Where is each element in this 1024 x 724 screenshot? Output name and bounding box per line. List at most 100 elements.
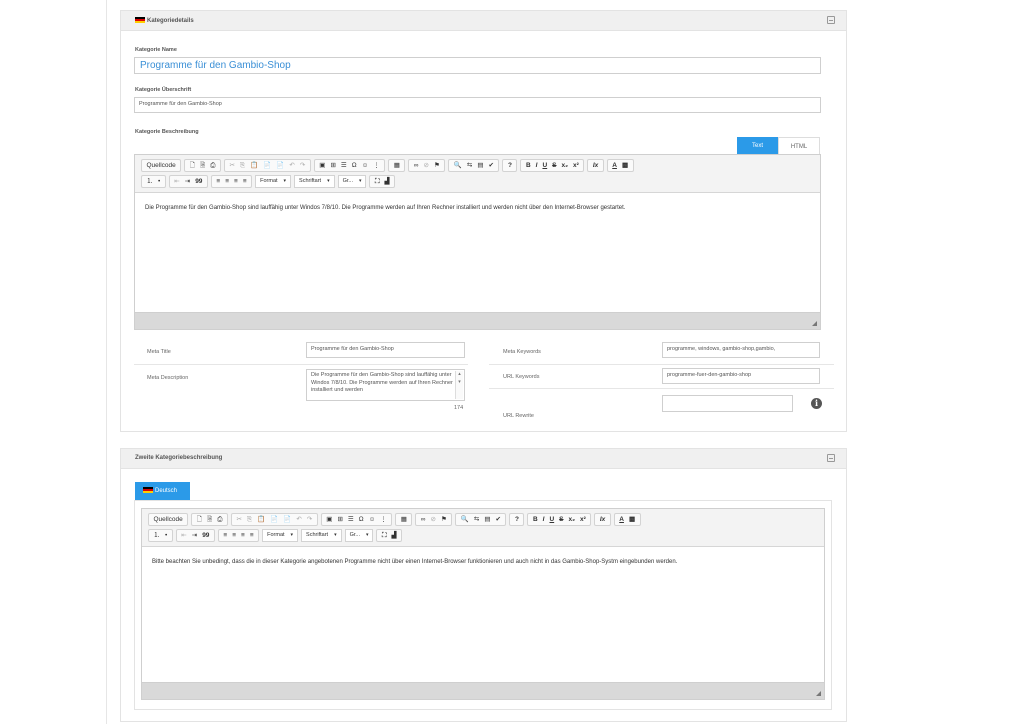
align-center-icon[interactable]: ≡ xyxy=(230,529,239,542)
text-color-icon[interactable]: A xyxy=(610,159,620,172)
table-icon[interactable]: ⊞ xyxy=(328,159,338,172)
indent-icon[interactable]: ⇥ xyxy=(182,175,192,188)
unlink-icon[interactable]: ⊘ xyxy=(428,513,438,526)
remove-format-icon[interactable]: Ix xyxy=(597,513,607,526)
resize-handle-icon[interactable] xyxy=(816,691,821,696)
maximize-icon[interactable]: ⛶ xyxy=(379,529,389,542)
source-button[interactable]: Quellcode xyxy=(151,513,185,526)
iframe-icon[interactable]: ▦ xyxy=(391,159,402,172)
help-icon[interactable]: ? xyxy=(512,513,521,526)
collapse-icon[interactable] xyxy=(827,16,835,24)
preview-icon[interactable]: 🗟 xyxy=(198,159,208,172)
cut-icon[interactable]: ✂ xyxy=(234,513,244,526)
link-icon[interactable]: ∞ xyxy=(411,159,421,172)
info-icon[interactable]: i xyxy=(811,398,822,409)
align-right-icon[interactable]: ≡ xyxy=(232,175,241,188)
bold-icon[interactable]: B xyxy=(523,159,533,172)
resize-handle-icon[interactable] xyxy=(812,321,817,326)
textarea-scrollbar[interactable]: ▴ ▾ xyxy=(455,371,463,399)
table-icon[interactable]: ⊞ xyxy=(335,513,345,526)
show-blocks-icon[interactable]: ▟ xyxy=(382,175,392,188)
link-icon[interactable]: ∞ xyxy=(418,513,428,526)
text-color-icon[interactable]: A xyxy=(617,513,627,526)
smiley-icon[interactable]: ☺ xyxy=(366,513,378,526)
remove-format-icon[interactable]: Ix xyxy=(590,159,600,172)
size-dropdown[interactable]: Gr... ▾ xyxy=(344,529,374,542)
indent-icon[interactable]: ⇥ xyxy=(189,529,199,542)
align-right-icon[interactable]: ≡ xyxy=(239,529,248,542)
category-heading-input[interactable]: Programme für den Gambio-Shop xyxy=(134,97,821,113)
select-all-icon[interactable]: ▤ xyxy=(482,513,493,526)
paste-icon[interactable]: 📋 xyxy=(248,159,261,172)
show-blocks-icon[interactable]: ▟ xyxy=(389,529,399,542)
horizontal-rule-icon[interactable]: ☰ xyxy=(345,513,356,526)
editor-content-area[interactable]: Bitte beachten Sie unbedingt, dass die i… xyxy=(142,547,824,682)
url-keywords-input[interactable]: programme-fuer-den-gambio-shop xyxy=(662,368,820,384)
subscript-icon[interactable]: x₂ xyxy=(566,513,578,526)
spellcheck-icon[interactable]: ✔ xyxy=(493,513,503,526)
align-center-icon[interactable]: ≡ xyxy=(223,175,232,188)
copy-icon[interactable]: ⎘ xyxy=(237,159,247,172)
undo-icon[interactable]: ↶ xyxy=(294,513,304,526)
meta-description-textarea[interactable]: Die Programme für den Gambio-Shop sind l… xyxy=(306,369,465,401)
paste-word-icon[interactable]: 📄 xyxy=(281,513,294,526)
outdent-icon[interactable]: ⇤ xyxy=(179,529,189,542)
new-page-icon[interactable]: 🗋 xyxy=(187,159,197,172)
format-dropdown[interactable]: Format ▾ xyxy=(262,529,299,542)
new-page-icon[interactable]: 🗋 xyxy=(194,513,204,526)
pagebreak-icon[interactable]: ⋮ xyxy=(371,159,383,172)
blockquote-icon[interactable]: 99 xyxy=(193,175,205,188)
image-icon[interactable]: ▣ xyxy=(317,159,328,172)
underline-icon[interactable]: U xyxy=(547,513,557,526)
align-left-icon[interactable]: ≡ xyxy=(221,529,230,542)
paste-text-icon[interactable]: 📄 xyxy=(268,513,281,526)
font-dropdown[interactable]: Schriftart ▾ xyxy=(301,529,342,542)
size-dropdown[interactable]: Gr... ▾ xyxy=(337,175,367,188)
preview-icon[interactable]: 🗟 xyxy=(205,513,215,526)
collapse-icon[interactable] xyxy=(827,454,835,462)
iframe-icon[interactable]: ▦ xyxy=(398,513,409,526)
find-icon[interactable]: 🔍 xyxy=(451,159,464,172)
maximize-icon[interactable]: ⛶ xyxy=(372,175,382,188)
ordered-list-icon[interactable]: ⒈ xyxy=(144,175,156,188)
paste-text-icon[interactable]: 📄 xyxy=(261,159,274,172)
replace-icon[interactable]: ⇆ xyxy=(464,159,474,172)
background-color-icon[interactable]: ▩ xyxy=(626,513,637,526)
anchor-icon[interactable]: ⚑ xyxy=(438,513,449,526)
tab-html[interactable]: HTML xyxy=(778,137,820,155)
italic-icon[interactable]: I xyxy=(540,513,547,526)
meta-keywords-input[interactable]: programme, windows, gambio-shop,gambio, xyxy=(662,342,820,358)
unordered-list-icon[interactable]: • xyxy=(163,529,170,542)
find-icon[interactable]: 🔍 xyxy=(458,513,471,526)
tab-text[interactable]: Text xyxy=(737,137,778,155)
meta-title-input[interactable]: Programme für den Gambio-Shop xyxy=(306,342,465,358)
outdent-icon[interactable]: ⇤ xyxy=(172,175,182,188)
print-icon[interactable]: ⎙ xyxy=(215,513,225,526)
copy-icon[interactable]: ⎘ xyxy=(244,513,254,526)
pagebreak-icon[interactable]: ⋮ xyxy=(378,513,390,526)
unordered-list-icon[interactable]: • xyxy=(156,175,163,188)
editor-content-area[interactable]: Die Programme für den Gambio-Shop sind l… xyxy=(135,193,820,312)
unlink-icon[interactable]: ⊘ xyxy=(421,159,431,172)
cut-icon[interactable]: ✂ xyxy=(227,159,237,172)
underline-icon[interactable]: U xyxy=(540,159,550,172)
redo-icon[interactable]: ↷ xyxy=(297,159,307,172)
special-char-icon[interactable]: Ω xyxy=(356,513,366,526)
strikethrough-icon[interactable]: S xyxy=(550,159,559,172)
replace-icon[interactable]: ⇆ xyxy=(471,513,481,526)
superscript-icon[interactable]: x² xyxy=(571,159,582,172)
subscript-icon[interactable]: x₂ xyxy=(559,159,571,172)
help-icon[interactable]: ? xyxy=(505,159,514,172)
undo-icon[interactable]: ↶ xyxy=(287,159,297,172)
blockquote-icon[interactable]: 99 xyxy=(200,529,212,542)
ordered-list-icon[interactable]: ⒈ xyxy=(151,529,163,542)
strikethrough-icon[interactable]: S xyxy=(557,513,566,526)
smiley-icon[interactable]: ☺ xyxy=(359,159,371,172)
redo-icon[interactable]: ↷ xyxy=(304,513,314,526)
paste-word-icon[interactable]: 📄 xyxy=(274,159,287,172)
url-rewrite-input[interactable] xyxy=(662,395,793,412)
select-all-icon[interactable]: ▤ xyxy=(475,159,486,172)
format-dropdown[interactable]: Format ▾ xyxy=(255,175,292,188)
italic-icon[interactable]: I xyxy=(533,159,540,172)
anchor-icon[interactable]: ⚑ xyxy=(431,159,442,172)
